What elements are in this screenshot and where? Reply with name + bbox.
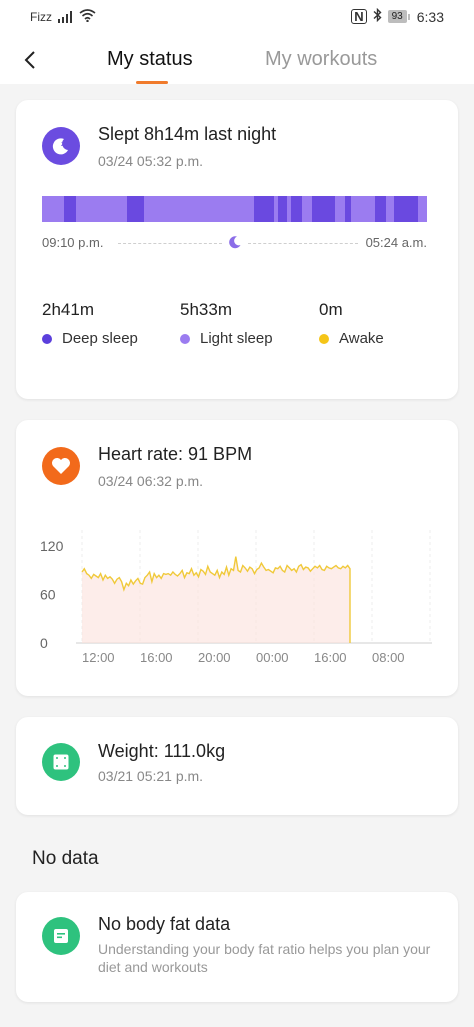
awake-label: Awake — [339, 330, 384, 347]
deep-sleep-segment — [253, 196, 274, 222]
sleep-start-time: 09:10 p.m. — [42, 235, 104, 250]
back-arrow-icon[interactable] — [20, 49, 42, 71]
sleep-time-range: 09:10 p.m. 05:24 a.m. — [42, 235, 427, 251]
sleep-end-time: 05:24 a.m. — [365, 235, 427, 250]
y-tick-label: 0 — [40, 635, 48, 651]
heart-icon — [42, 447, 80, 485]
deep-sleep-value: 2h41m — [42, 300, 94, 319]
heart-rate-chart: 120 60 0 12:00 16:00 20:00 00:00 16:00 08:00 — [40, 530, 432, 665]
x-tick-label: 08:00 — [372, 650, 405, 665]
deep-sleep-segment — [278, 196, 288, 222]
awake-dot — [319, 333, 329, 344]
weight-date: 03/21 05:21 p.m. — [98, 768, 204, 784]
light-sleep-segment — [386, 196, 395, 222]
sleep-title: Slept 8h14m last night — [98, 124, 277, 144]
weight-card[interactable]: Weight: 111.0kg 03/21 05:21 p.m. — [16, 717, 458, 815]
active-tab-indicator — [136, 81, 168, 84]
no-data-heading: No data — [32, 848, 99, 869]
tab-my-workouts[interactable]: My workouts — [265, 48, 377, 71]
deep-sleep-segment — [375, 196, 387, 222]
top-tabs-bar: My status My workouts — [0, 34, 474, 84]
light-sleep-segment — [76, 196, 128, 222]
nfc-icon: N — [351, 9, 367, 24]
light-sleep-value: 5h33m — [180, 300, 232, 319]
heart-rate-date: 03/24 06:32 p.m. — [98, 473, 204, 489]
awake-value: 0m — [319, 300, 343, 319]
deep-sleep-segment — [127, 196, 145, 222]
sleep-timeline-bar — [42, 196, 427, 222]
body-fat-title: No body fat data — [98, 914, 231, 934]
clock: 6:33 — [416, 8, 444, 25]
deep-sleep-segment — [394, 196, 418, 222]
light-sleep-segment — [144, 196, 254, 222]
dashed-line-left — [118, 243, 222, 244]
deep-sleep-dot — [42, 333, 52, 344]
body-fat-card[interactable]: No body fat data Understanding your body… — [16, 892, 458, 1002]
carrier-label: Fizz — [30, 10, 52, 24]
scale-icon — [42, 743, 80, 781]
dashed-line-right — [248, 243, 358, 244]
deep-sleep-segment — [291, 196, 303, 222]
deep-sleep-label: Deep sleep — [62, 330, 138, 347]
light-sleep-stat: 5h33m Light sleep — [180, 300, 273, 347]
moon-small-icon — [228, 235, 242, 249]
x-tick-label: 20:00 — [198, 650, 231, 665]
light-sleep-segment — [42, 196, 65, 222]
weight-title: Weight: 111.0kg — [98, 741, 226, 761]
deep-sleep-segment — [312, 196, 335, 222]
awake-stat: 0m Awake — [319, 300, 384, 347]
y-tick-label: 120 — [40, 538, 64, 554]
signal-icon — [58, 10, 74, 28]
sleep-card[interactable]: z Slept 8h14m last night 03/24 05:32 p.m… — [16, 100, 458, 399]
light-sleep-segment — [334, 196, 345, 222]
note-icon — [42, 917, 80, 955]
x-tick-label: 12:00 — [82, 650, 115, 665]
status-bar: Fizz N 93 6:33 — [0, 0, 474, 34]
y-tick-label: 60 — [40, 587, 56, 603]
battery-icon: 93 — [387, 10, 410, 23]
heart-rate-title: Heart rate: 91 BPM — [98, 444, 253, 464]
deep-sleep-stat: 2h41m Deep sleep — [42, 300, 138, 347]
bluetooth-icon — [373, 7, 382, 25]
tab-my-status[interactable]: My status — [107, 48, 193, 71]
wifi-icon — [79, 9, 96, 27]
light-sleep-segment — [302, 196, 313, 222]
deep-sleep-segment — [64, 196, 77, 222]
x-tick-label: 00:00 — [256, 650, 289, 665]
light-sleep-segment — [350, 196, 376, 222]
light-sleep-label: Light sleep — [200, 330, 273, 347]
sleep-date: 03/24 05:32 p.m. — [98, 153, 204, 169]
svg-text:z: z — [61, 141, 64, 148]
heart-rate-card[interactable]: Heart rate: 91 BPM 03/24 06:32 p.m. 120 6… — [16, 420, 458, 696]
body-fat-description: Understanding your body fat ratio helps … — [98, 941, 431, 975]
x-tick-label: 16:00 — [140, 650, 173, 665]
x-tick-label: 16:00 — [314, 650, 347, 665]
light-sleep-segment — [417, 196, 427, 222]
light-sleep-dot — [180, 333, 190, 344]
moon-icon: z — [42, 127, 80, 165]
